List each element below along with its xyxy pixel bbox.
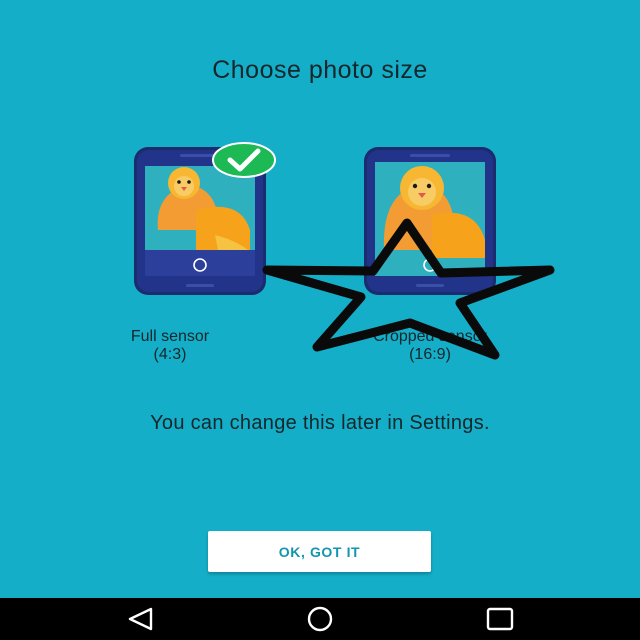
page-title: Choose photo size	[212, 56, 428, 84]
star-outline-icon	[262, 218, 555, 360]
hint-text: You can change this later in Settings.	[150, 412, 490, 434]
checkmark-icon	[212, 142, 276, 178]
photo-size-screen: Choose photo size Full sensor (4:3) Crop…	[0, 0, 640, 598]
option-caption: Full sensor (4:3)	[70, 328, 270, 364]
recents-square-icon[interactable]	[480, 606, 520, 632]
option-ratio: (4:3)	[153, 346, 187, 363]
option-label: Full sensor	[130, 328, 210, 345]
back-triangle-icon[interactable]	[121, 606, 161, 632]
home-circle-icon[interactable]	[300, 606, 340, 632]
ok-got-it-button[interactable]: OK, GOT IT	[208, 531, 431, 572]
navigation-bar	[0, 598, 640, 640]
